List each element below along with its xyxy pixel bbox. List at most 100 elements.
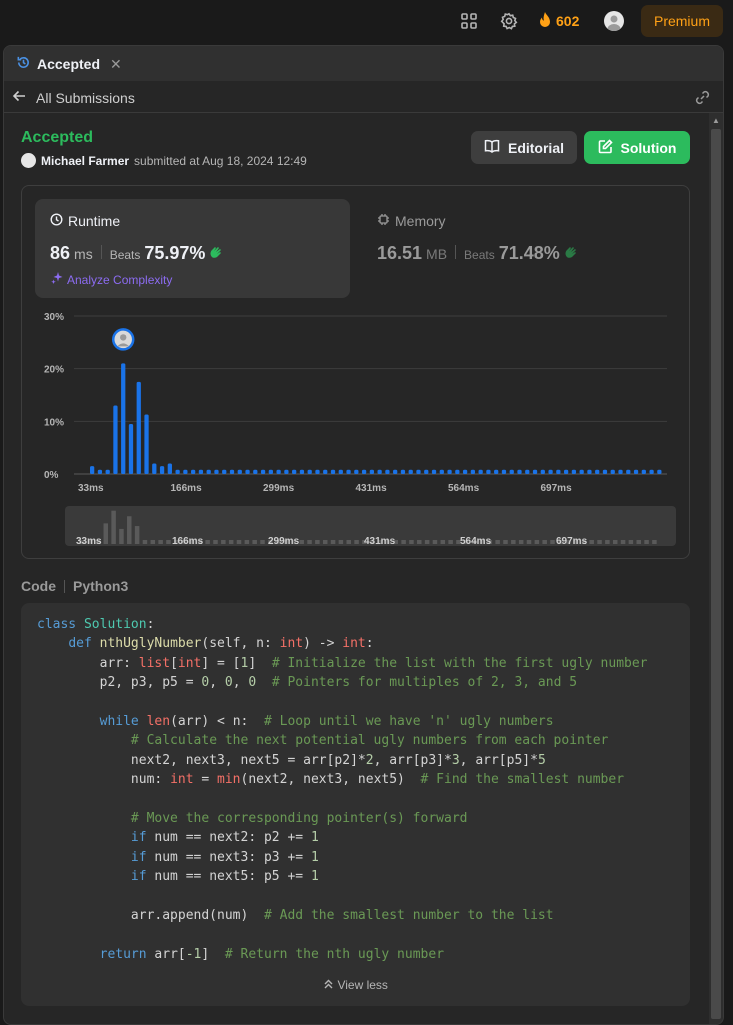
scrubber-bar <box>409 540 414 544</box>
close-icon[interactable]: ✕ <box>110 56 122 73</box>
chart-bar <box>393 469 398 474</box>
scrubber-tick-label: 299ms <box>268 536 300 547</box>
chart-bar <box>198 469 204 474</box>
x-tick-label: 431ms <box>356 483 388 494</box>
scrubber-bar <box>236 540 242 544</box>
chart-bar <box>330 469 336 474</box>
premium-button[interactable]: Premium <box>641 5 723 37</box>
scrubber-bar <box>134 526 140 544</box>
chart-bar <box>540 469 545 474</box>
code-content[interactable]: class Solution: def nthUglyNumber(self, … <box>37 615 648 964</box>
runtime-card[interactable]: Runtime 86 ms Beats 75.97% Analyze Compl… <box>35 199 350 298</box>
chart-bar <box>276 469 281 474</box>
runtime-beats-pct: 75.97% <box>144 243 206 263</box>
code-header: Code Python3 <box>21 578 128 594</box>
scrollbar[interactable]: ▲ <box>709 113 723 1024</box>
edit-icon <box>598 138 613 157</box>
chart-bar <box>113 405 118 474</box>
scrubber-bar <box>542 540 547 544</box>
scrubber-bar <box>644 540 649 544</box>
chart-bar <box>90 466 95 474</box>
scrubber-bar <box>111 510 116 544</box>
beats-label: Beats <box>109 248 141 262</box>
chart-bar <box>253 469 258 474</box>
all-submissions-link[interactable]: All Submissions <box>12 89 135 106</box>
user-avatar[interactable] <box>604 11 624 31</box>
view-less-label: View less <box>337 978 388 992</box>
chart-bar <box>292 469 297 474</box>
chart-bar <box>649 469 654 474</box>
layout-grid-icon[interactable] <box>460 12 478 30</box>
submission-subbar: All Submissions <box>4 81 723 113</box>
scrollbar-thumb[interactable] <box>711 129 721 1019</box>
chart-bar <box>222 469 227 474</box>
editorial-button[interactable]: Editorial <box>471 131 577 164</box>
chart-bar <box>571 469 577 474</box>
runtime-unit: ms <box>74 246 93 262</box>
history-icon <box>16 55 31 73</box>
chart-bar <box>229 469 235 474</box>
memory-title[interactable]: Memory <box>377 213 446 229</box>
scrubber-bar <box>424 540 430 544</box>
memory-beats-pct: 71.48% <box>498 243 560 263</box>
link-icon[interactable] <box>694 89 711 111</box>
runtime-distribution-chart[interactable]: 30% 20% 10% 0% 33ms 166ms 299ms 431ms 564ms 697ms… <box>22 306 689 558</box>
scrubber-bar <box>299 540 304 544</box>
chart-bar <box>494 469 499 474</box>
chart-bar <box>183 469 188 474</box>
chart-bar <box>626 469 631 474</box>
solution-button[interactable]: Solution <box>584 131 690 164</box>
streak-count: 602 <box>556 13 580 29</box>
scrubber-bar <box>119 528 124 544</box>
scrubber-bar <box>228 540 234 544</box>
chart-bar <box>323 469 328 474</box>
scrubber-bar <box>401 540 406 544</box>
code-label: Code <box>21 578 56 594</box>
view-less-button[interactable]: View less <box>21 978 690 992</box>
scrubber-bar <box>511 540 516 544</box>
chart-bar <box>385 469 390 474</box>
user-name[interactable]: Michael Farmer <box>41 154 129 168</box>
chart-bar <box>354 469 359 474</box>
chart-bar <box>439 469 444 474</box>
scrubber-bar <box>260 540 265 544</box>
scroll-up-icon[interactable]: ▲ <box>712 116 720 125</box>
memory-unit: MB <box>426 246 448 262</box>
chart-bar <box>105 469 110 474</box>
solution-label: Solution <box>620 139 677 156</box>
x-tick-label: 299ms <box>263 483 295 494</box>
tab-accepted[interactable]: Accepted ✕ <box>16 55 122 73</box>
scrubber-tick-label: 564ms <box>460 536 492 547</box>
chart-bar <box>455 469 460 474</box>
beats-label: Beats <box>464 248 495 262</box>
runtime-value: 86 <box>50 243 71 263</box>
chip-icon <box>377 213 390 229</box>
scrubber-bar <box>338 540 344 544</box>
scrubber-bar <box>628 540 634 544</box>
chart-bar <box>128 423 134 474</box>
divider <box>455 245 457 259</box>
chart-bar <box>424 469 429 474</box>
tab-bar: Accepted ✕ <box>4 46 723 81</box>
scrubber-bar <box>448 540 453 544</box>
scrubber-bar <box>346 540 351 544</box>
all-submissions-label: All Submissions <box>36 89 135 106</box>
gear-icon[interactable] <box>500 12 518 30</box>
submitted-time: submitted at Aug 18, 2024 12:49 <box>134 153 307 168</box>
scrubber-tick-label: 33ms <box>76 536 102 547</box>
chart-bar <box>610 469 615 474</box>
memory-title-label: Memory <box>395 213 446 229</box>
streak-counter[interactable]: 602 <box>538 11 579 31</box>
chart-bar <box>470 469 476 474</box>
chart-bar <box>152 463 157 474</box>
chart-bar <box>97 469 103 474</box>
chart-bar <box>214 469 219 474</box>
chart-bar <box>167 463 172 474</box>
scrubber-bar <box>518 540 524 544</box>
chart-bar <box>447 469 452 474</box>
scrubber-bar <box>330 540 336 544</box>
code-block[interactable]: class Solution: def nthUglyNumber(self, … <box>21 603 690 1006</box>
chart-bar <box>237 469 242 474</box>
chart-bar <box>400 469 406 474</box>
analyze-complexity-link[interactable]: Analyze Complexity <box>51 272 172 287</box>
